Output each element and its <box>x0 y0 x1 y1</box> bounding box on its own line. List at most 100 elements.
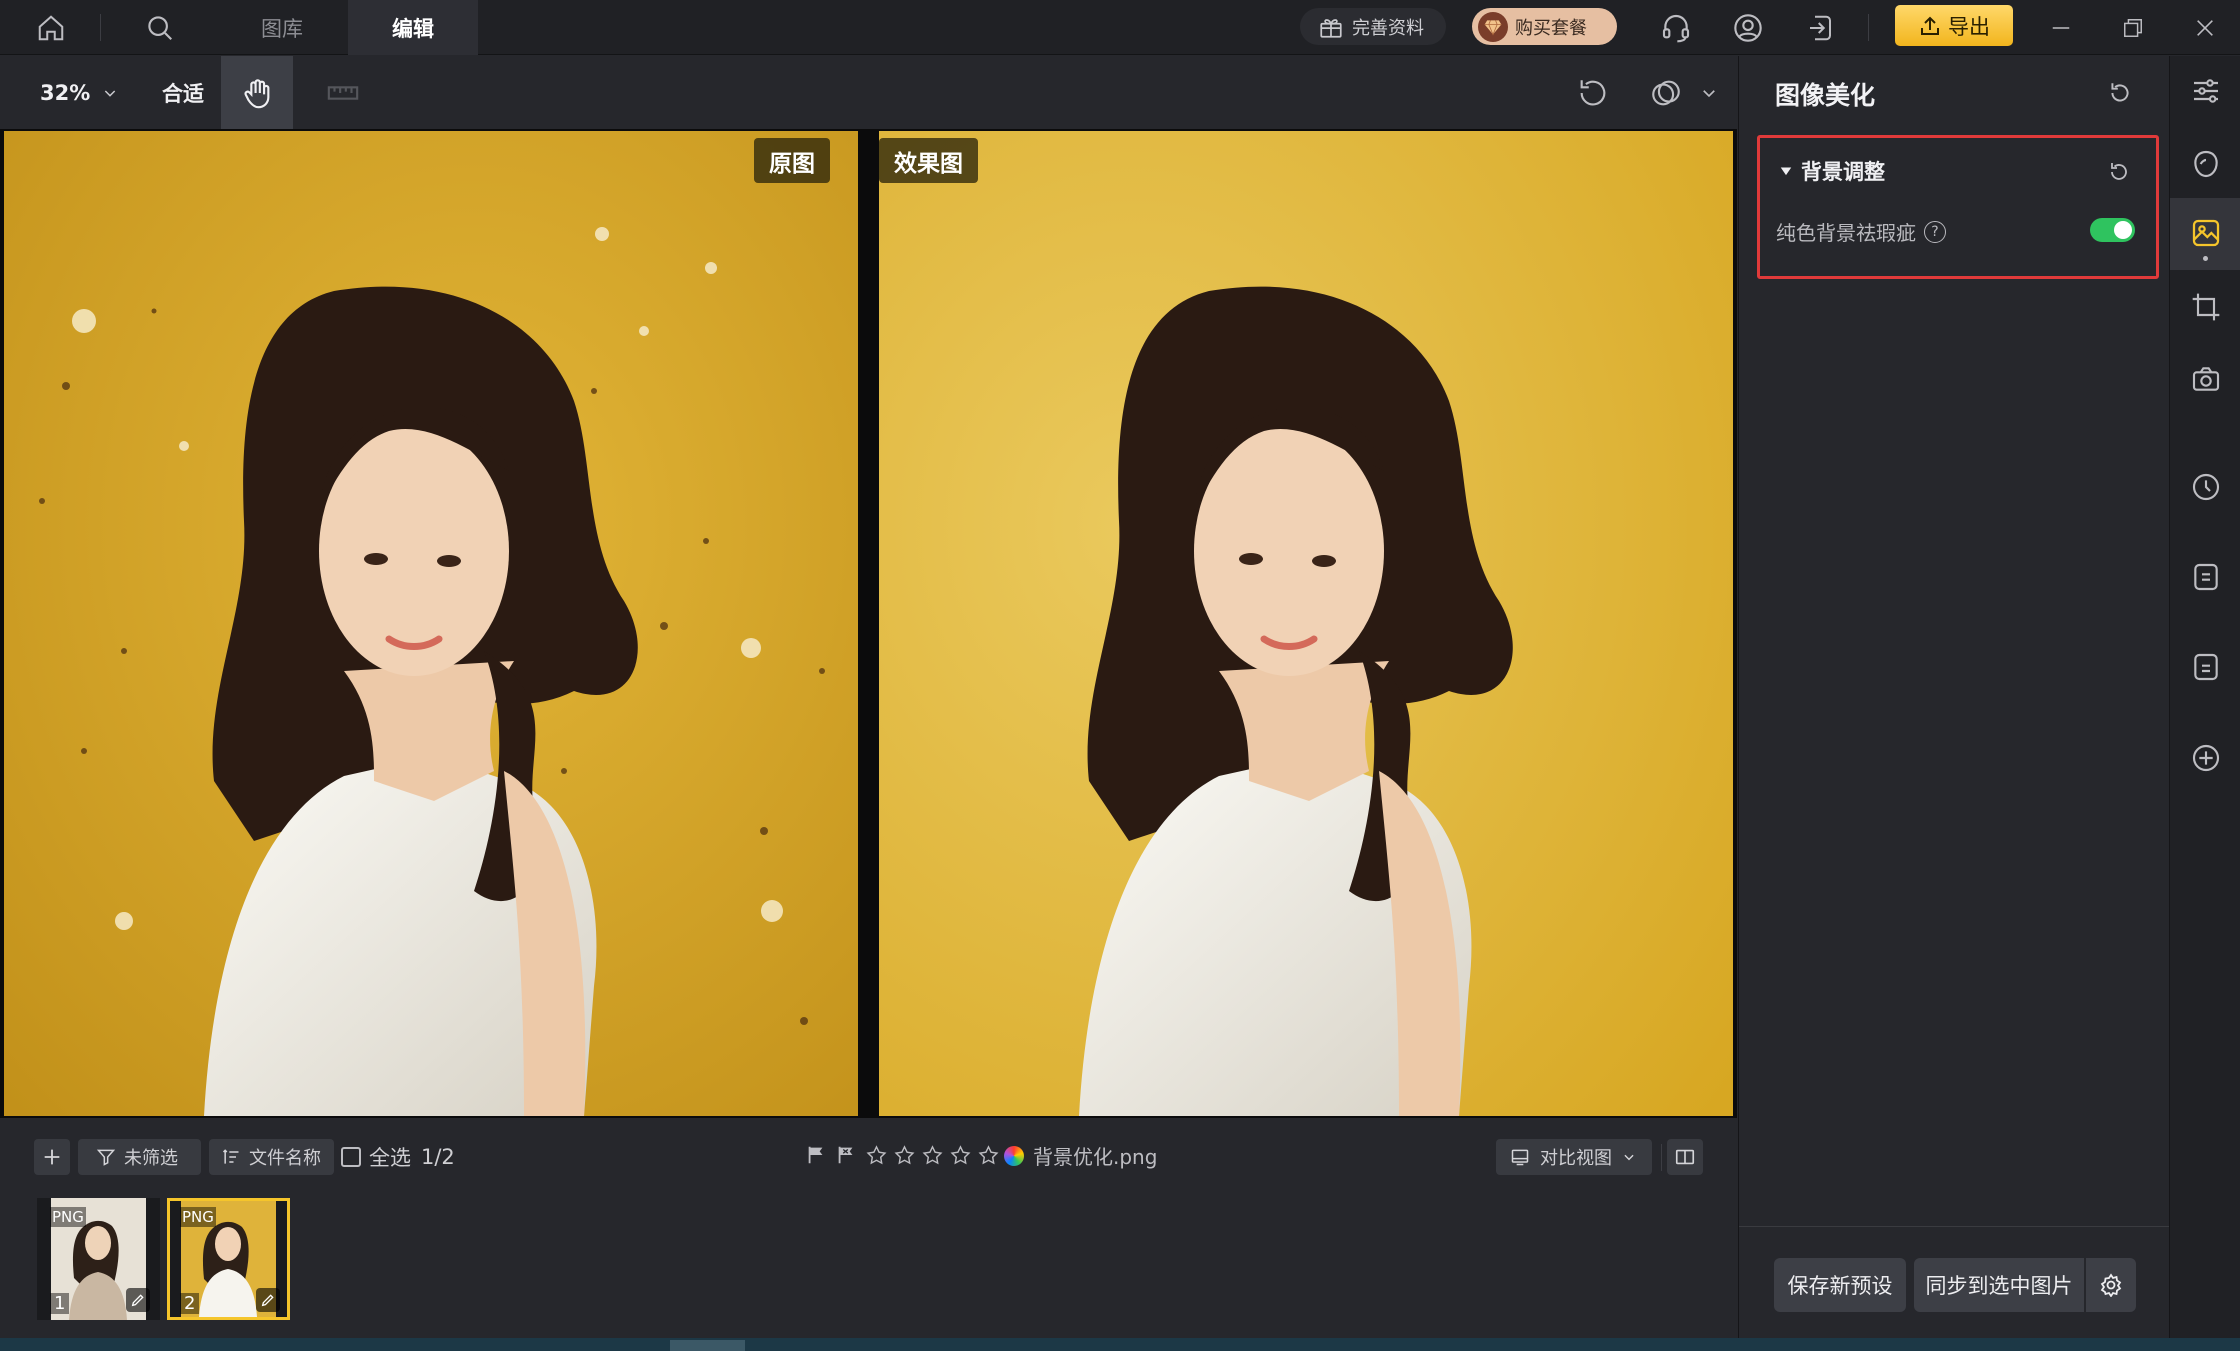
export-label: 导出 <box>1948 14 1990 39</box>
gift-icon <box>1318 14 1344 40</box>
history-clock-icon[interactable] <box>2187 468 2225 506</box>
overlay-compare-icon[interactable] <box>1648 75 1684 111</box>
panel-title: 图像美化 <box>1775 81 1876 110</box>
flag-group <box>805 1144 857 1166</box>
filter-icon <box>96 1149 116 1166</box>
rotate-icon[interactable] <box>1575 75 1611 111</box>
add-button[interactable] <box>34 1139 70 1175</box>
search-icon[interactable] <box>142 10 178 46</box>
toggle-switch[interactable] <box>2090 218 2135 242</box>
preset-list-icon[interactable] <box>2187 558 2225 596</box>
background-adjust-section: 背景调整 纯色背景祛瑕疵 ? <box>1757 135 2159 279</box>
zoom-value: 32% <box>40 80 91 105</box>
tool-sidebar <box>2169 56 2240 1338</box>
customer-service-icon[interactable] <box>1658 10 1694 46</box>
diamond-icon <box>1478 11 1508 42</box>
minimize-icon[interactable] <box>2043 10 2079 46</box>
save-preset-button[interactable]: 保存新预设 <box>1774 1258 1906 1312</box>
sync-to-selected-button[interactable]: 同步到选中图片 <box>1914 1258 2084 1312</box>
logout-icon[interactable] <box>1802 10 1838 46</box>
flag-reject-icon[interactable] <box>835 1144 857 1166</box>
view-mode-dropdown[interactable]: 对比视图 <box>1496 1139 1652 1175</box>
sync-settings-button[interactable] <box>2086 1258 2136 1312</box>
scroll-thumb[interactable] <box>670 1340 745 1351</box>
color-label-icon[interactable] <box>1004 1146 1024 1166</box>
tab-gallery[interactable]: 图库 <box>233 0 331 55</box>
image-canvas[interactable]: 原图 效果图 <box>0 129 1737 1118</box>
split-view-button[interactable] <box>1667 1139 1703 1175</box>
thumbnail-strip: PNG 1 PNG 2 <box>0 1198 1737 1338</box>
buy-package-label: 购买套餐 <box>1515 17 1587 39</box>
compare-view-icon <box>1511 1149 1529 1166</box>
split-view-icon <box>1675 1149 1695 1165</box>
selection-count: 1/2 <box>421 1145 455 1169</box>
gear-icon <box>2100 1273 2122 1297</box>
result-image: 效果图 <box>879 131 1733 1116</box>
complete-profile-button[interactable]: 完善资料 <box>1300 8 1446 45</box>
checkbox-box <box>341 1147 361 1167</box>
adjust-sliders-icon[interactable] <box>2187 72 2225 110</box>
view-mode-label: 对比视图 <box>1540 1148 1612 1169</box>
buy-package-button[interactable]: 购买套餐 <box>1472 8 1617 45</box>
toggle-knob <box>2114 221 2132 239</box>
edit-pen-icon[interactable] <box>256 1288 280 1312</box>
taskbar-strip <box>0 1338 2240 1351</box>
select-all-label: 全选 <box>369 1146 411 1170</box>
rating-star-icon[interactable] <box>921 1144 944 1167</box>
sidebar-item-background-active[interactable] <box>2170 198 2240 270</box>
help-icon[interactable]: ? <box>1924 220 1946 243</box>
canvas-toolbar: 32% 合适 <box>0 56 1737 129</box>
face-beauty-icon[interactable] <box>2187 145 2225 183</box>
overlay-chevron-down-icon[interactable] <box>1700 84 1718 102</box>
flag-pick-icon[interactable] <box>805 1144 827 1166</box>
panel-reset-icon[interactable] <box>2104 77 2136 109</box>
sort-button[interactable]: 文件名称 <box>209 1139 334 1175</box>
add-circle-icon[interactable] <box>2187 739 2225 777</box>
sort-label: 文件名称 <box>249 1148 321 1169</box>
edit-pen-icon[interactable] <box>126 1288 150 1312</box>
section-header[interactable]: 背景调整 <box>1779 156 1885 186</box>
adjust-panel: 图像美化 背景调整 纯色背景祛瑕疵 ? 保存新预设 同步到选中图片 <box>1738 56 2169 1338</box>
rating-star-icon[interactable] <box>949 1144 972 1167</box>
home-icon[interactable] <box>33 10 69 46</box>
result-tag: 效果图 <box>879 138 978 183</box>
fit-button[interactable]: 合适 <box>162 56 204 129</box>
thumbnail-item[interactable]: PNG 1 <box>37 1198 160 1320</box>
restore-window-icon[interactable] <box>2115 10 2151 46</box>
user-account-icon[interactable] <box>1730 10 1766 46</box>
original-image: 原图 <box>4 131 858 1116</box>
filter-bar: 未筛选 文件名称 全选 1/2 背景优化.png 对比视图 <box>0 1118 1737 1198</box>
collapse-triangle-icon <box>1780 167 1792 176</box>
zoom-dropdown[interactable]: 32% <box>40 56 118 129</box>
export-button[interactable]: 导出 <box>1895 5 2013 46</box>
original-tag: 原图 <box>754 138 830 183</box>
thumbnail-badge: PNG <box>180 1207 216 1227</box>
tab-edit[interactable]: 编辑 <box>348 0 478 55</box>
section-title: 背景调整 <box>1801 160 1885 184</box>
thumbnail-item-selected[interactable]: PNG 2 <box>167 1198 290 1320</box>
thumbnail-badge: PNG <box>50 1207 86 1227</box>
filter-button[interactable]: 未筛选 <box>78 1139 201 1175</box>
toggle-row: 纯色背景祛瑕疵 ? <box>1776 217 1946 246</box>
camera-icon[interactable] <box>2187 360 2225 398</box>
filter-label: 未筛选 <box>124 1148 178 1169</box>
rating-stars[interactable] <box>865 1144 1000 1167</box>
chevron-down-icon <box>1624 1154 1634 1161</box>
crop-icon[interactable] <box>2187 288 2225 326</box>
background-image-icon <box>2187 214 2225 252</box>
document-icon[interactable] <box>2187 648 2225 686</box>
rating-star-icon[interactable] <box>865 1144 888 1167</box>
thumbnail-index: 2 <box>180 1293 200 1314</box>
file-name: 背景优化.png <box>1033 1145 1158 1169</box>
section-reset-icon[interactable] <box>2103 156 2135 188</box>
hand-tool-button[interactable] <box>221 56 293 129</box>
ruler-icon[interactable] <box>325 75 361 111</box>
toggle-label: 纯色背景祛瑕疵 <box>1776 221 1916 245</box>
rating-star-icon[interactable] <box>977 1144 1000 1167</box>
close-window-icon[interactable] <box>2187 10 2223 46</box>
select-all-checkbox[interactable]: 全选 1/2 <box>341 1139 455 1175</box>
rating-star-icon[interactable] <box>893 1144 916 1167</box>
thumbnail-index: 1 <box>50 1293 70 1314</box>
top-bar: 图库 编辑 完善资料 购买套餐 导出 <box>0 0 2240 55</box>
complete-profile-label: 完善资料 <box>1352 17 1424 39</box>
